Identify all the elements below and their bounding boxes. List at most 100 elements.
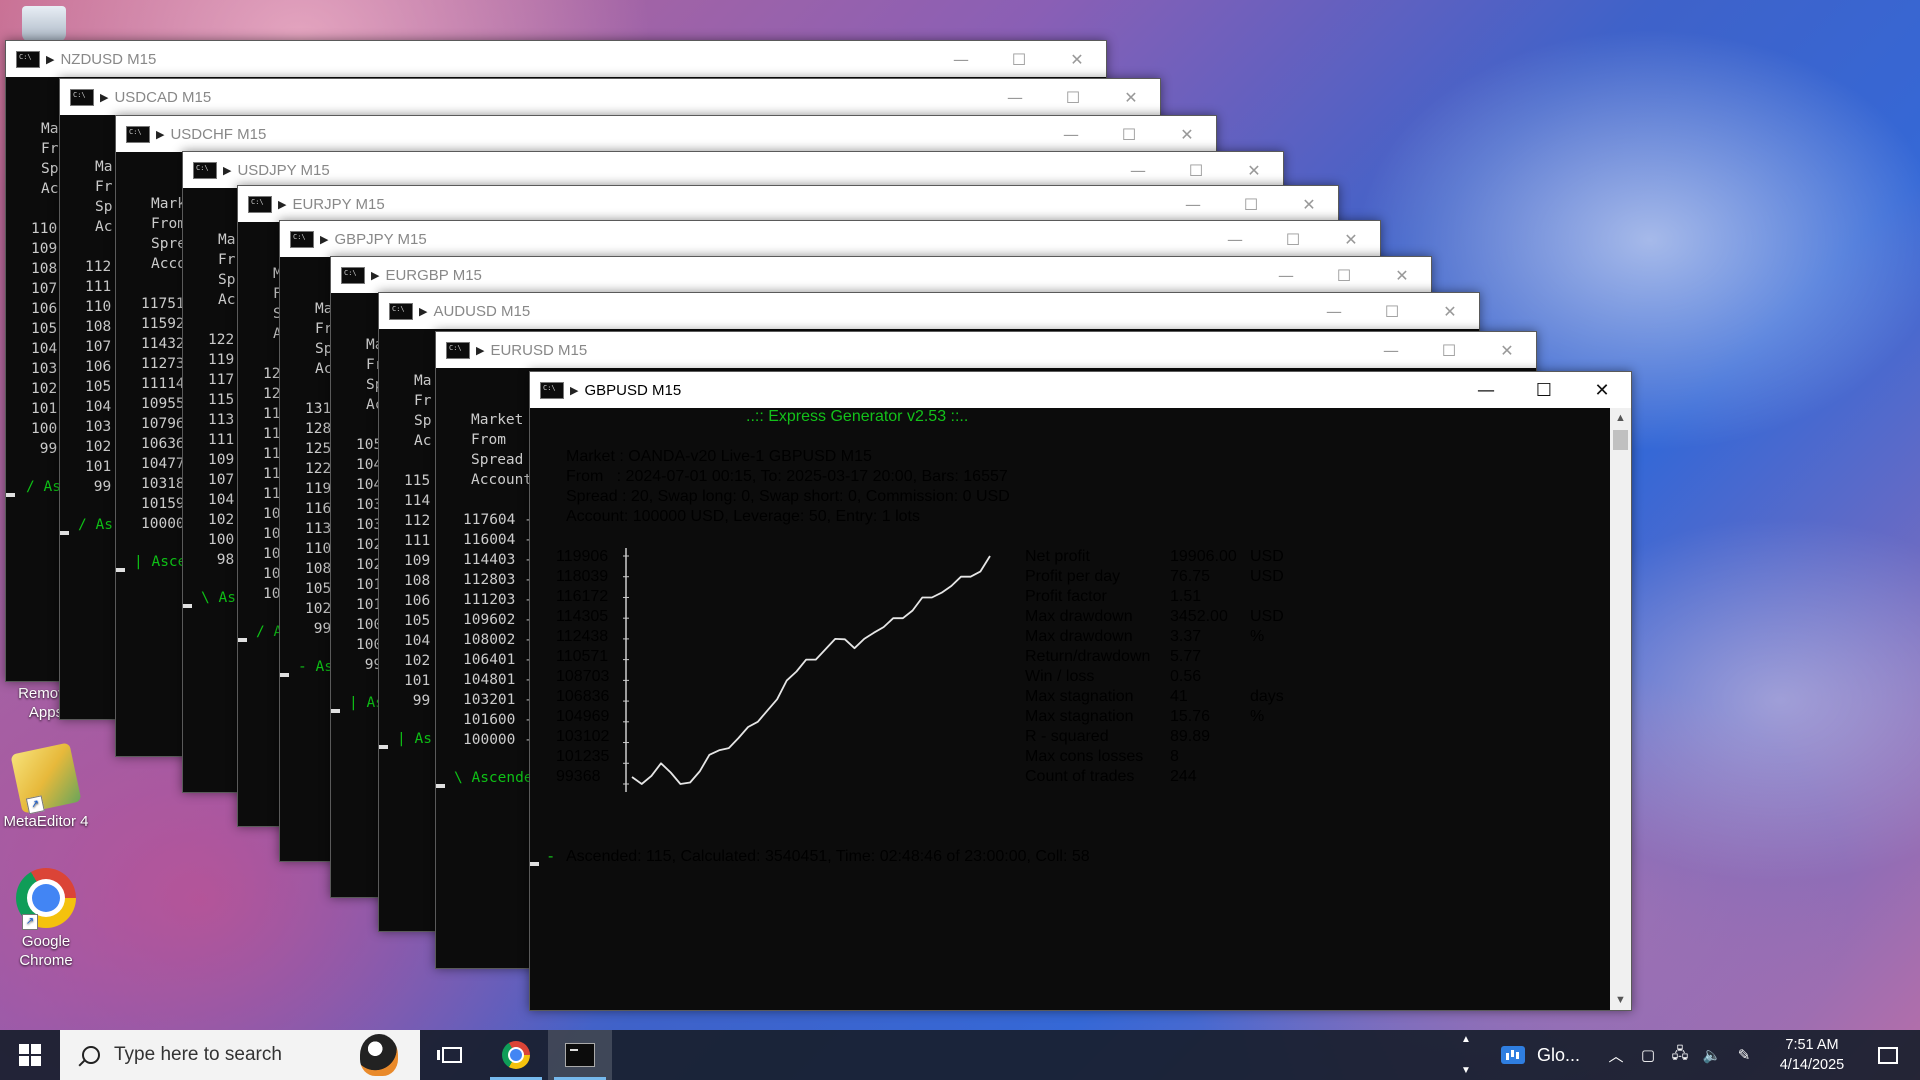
- minimize-button[interactable]: —: [1457, 372, 1515, 408]
- scroll-up-arrow-icon[interactable]: ▲: [1610, 408, 1631, 428]
- minimize-button[interactable]: —: [1257, 257, 1315, 293]
- info-account: Account: 100000 USD, Leverage: 50, Entry…: [566, 508, 920, 525]
- close-button[interactable]: ✕: [1373, 257, 1431, 293]
- maximize-button[interactable]: ☐: [1515, 372, 1573, 408]
- pen-icon[interactable]: ✎: [1732, 1046, 1756, 1064]
- window-title: USDCHF M15: [170, 125, 267, 143]
- console-header-peek: Mark From Spre Acco: [151, 196, 183, 272]
- stat-value: 89.89: [1170, 728, 1211, 745]
- minimize-button[interactable]: —: [1042, 116, 1100, 152]
- maximize-button[interactable]: ☐: [1167, 152, 1225, 188]
- minimize-button[interactable]: —: [1305, 293, 1363, 329]
- maximize-button[interactable]: ☐: [1315, 257, 1373, 293]
- cmd-icon: [446, 341, 470, 359]
- windows-logo-icon: [19, 1044, 41, 1066]
- close-button[interactable]: ✕: [1280, 186, 1338, 222]
- close-button[interactable]: ✕: [1102, 79, 1160, 115]
- cursor: [6, 493, 15, 497]
- title-bar[interactable]: ▶ EURUSD M15 —☐✕: [436, 332, 1536, 368]
- chart-y-tick-label: 112438: [556, 628, 609, 645]
- minimize-button[interactable]: —: [986, 79, 1044, 115]
- minimize-button[interactable]: —: [1362, 332, 1420, 368]
- cursor: [280, 673, 289, 677]
- console-area[interactable]: ..:: Express Generator v2.53 ::.. Market…: [530, 408, 1610, 1010]
- tray-app-label: Glo...: [1536, 1044, 1580, 1065]
- stat-value: 41: [1170, 688, 1188, 705]
- window-title: EURUSD M15: [490, 341, 588, 359]
- close-button[interactable]: ✕: [1421, 293, 1479, 329]
- window-title: EURJPY M15: [292, 195, 385, 213]
- minimize-button[interactable]: —: [1109, 152, 1167, 188]
- puffin-search-highlight-icon: [360, 1034, 398, 1076]
- scroll-down-arrow-icon[interactable]: ▼: [1610, 990, 1631, 1010]
- console-values-peek: 117604 - 116004 - 114403 - 112803 - 1112…: [463, 512, 531, 748]
- notifications-icon[interactable]: [1878, 1046, 1898, 1064]
- title-bar[interactable]: ▶ GBPJPY M15 —☐✕: [280, 221, 1380, 257]
- stat-label: Profit factor: [1025, 588, 1107, 605]
- taskbar-terminal[interactable]: [548, 1030, 612, 1080]
- title-bar[interactable]: ▶ NZDUSD M15 —☐✕: [6, 41, 1106, 77]
- stat-label: R - squared: [1025, 728, 1109, 745]
- maximize-button[interactable]: ☐: [1222, 186, 1280, 222]
- start-button[interactable]: [0, 1030, 60, 1080]
- play-icon: ▶: [419, 305, 428, 318]
- stat-value: 5.77: [1170, 648, 1202, 665]
- scroll-thumb[interactable]: [1613, 430, 1628, 450]
- maximize-button[interactable]: ☐: [1420, 332, 1478, 368]
- desktop-icon-metaeditor[interactable]: ↗ MetaEditor 4: [0, 742, 92, 831]
- console-values-peek: 115 114 112 111 109 108 106 105 104 102 …: [404, 473, 431, 709]
- tray-app-glo[interactable]: Glo...: [1500, 1044, 1580, 1066]
- shortcut-arrow-icon: ↗: [22, 914, 38, 930]
- info-from: From : 2024-07-01 00:15, To: 2025-03-17 …: [566, 468, 1008, 485]
- taskbar-search[interactable]: Type here to search: [60, 1030, 420, 1080]
- maximize-button[interactable]: ☐: [1363, 293, 1421, 329]
- title-bar[interactable]: ▶ GBPUSD M15 —☐✕: [530, 372, 1631, 408]
- network-icon[interactable]: 🖧: [1668, 1043, 1692, 1068]
- console-values-peek: 112 111 110 108 107 106 105 104 103 102 …: [85, 259, 112, 495]
- taskbar-chrome[interactable]: [484, 1030, 548, 1080]
- close-button[interactable]: ✕: [1158, 116, 1216, 152]
- minimize-button[interactable]: —: [932, 41, 990, 77]
- desktop-icon-google-chrome[interactable]: ↗ Google Chrome: [0, 868, 92, 970]
- title-bar[interactable]: ▶ AUDUSD M15 —☐✕: [379, 293, 1479, 329]
- vertical-scrollbar[interactable]: ▲ ▼: [1610, 408, 1631, 1010]
- terminal-icon: [565, 1043, 595, 1067]
- close-button[interactable]: ✕: [1478, 332, 1536, 368]
- chart-y-tick-label: 110571: [556, 648, 609, 665]
- close-button[interactable]: ✕: [1225, 152, 1283, 188]
- shortcut-arrow-icon: ↗: [25, 795, 45, 815]
- equity-curve-line: [631, 555, 991, 785]
- close-button[interactable]: ✕: [1573, 372, 1631, 408]
- cursor: [183, 604, 192, 608]
- chart-app-icon: [1500, 1046, 1525, 1064]
- task-view-button[interactable]: [420, 1030, 484, 1080]
- chart-y-tick-label: 114305: [556, 608, 609, 625]
- chevron-up-icon[interactable]: ︿: [1604, 1045, 1628, 1066]
- taskbar-scroll[interactable]: ▲ ▼: [1457, 1030, 1475, 1080]
- play-icon: ▶: [320, 233, 329, 246]
- maximize-button[interactable]: ☐: [990, 41, 1048, 77]
- meet-now-icon[interactable]: ▢: [1636, 1046, 1660, 1064]
- stat-value: 15.76: [1170, 708, 1211, 725]
- minimize-button[interactable]: —: [1164, 186, 1222, 222]
- recycle-bin-icon[interactable]: [22, 6, 66, 42]
- stat-label: Net profit: [1025, 548, 1090, 565]
- close-button[interactable]: ✕: [1048, 41, 1106, 77]
- maximize-button[interactable]: ☐: [1100, 116, 1158, 152]
- title-bar[interactable]: ▶ USDCHF M15 —☐✕: [116, 116, 1216, 152]
- cmd-icon: [70, 88, 94, 106]
- title-bar[interactable]: ▶ USDCAD M15 —☐✕: [60, 79, 1160, 115]
- window-title: NZDUSD M15: [60, 50, 157, 68]
- maximize-button[interactable]: ☐: [1264, 221, 1322, 257]
- clock[interactable]: 7:51 AM 4/14/2025: [1772, 1035, 1852, 1075]
- minimize-button[interactable]: —: [1206, 221, 1264, 257]
- cursor: [116, 568, 125, 572]
- close-button[interactable]: ✕: [1322, 221, 1380, 257]
- title-bar[interactable]: ▶ USDJPY M15 —☐✕: [183, 152, 1283, 188]
- play-icon: ▶: [46, 53, 55, 66]
- volume-icon[interactable]: 🔈: [1700, 1046, 1724, 1064]
- title-bar[interactable]: ▶ EURJPY M15 —☐✕: [238, 186, 1338, 222]
- title-bar[interactable]: ▶ EURGBP M15 —☐✕: [331, 257, 1431, 293]
- maximize-button[interactable]: ☐: [1044, 79, 1102, 115]
- console-window-gbpusd[interactable]: ▶ GBPUSD M15 —☐✕ ..:: Express Generator …: [529, 371, 1632, 1011]
